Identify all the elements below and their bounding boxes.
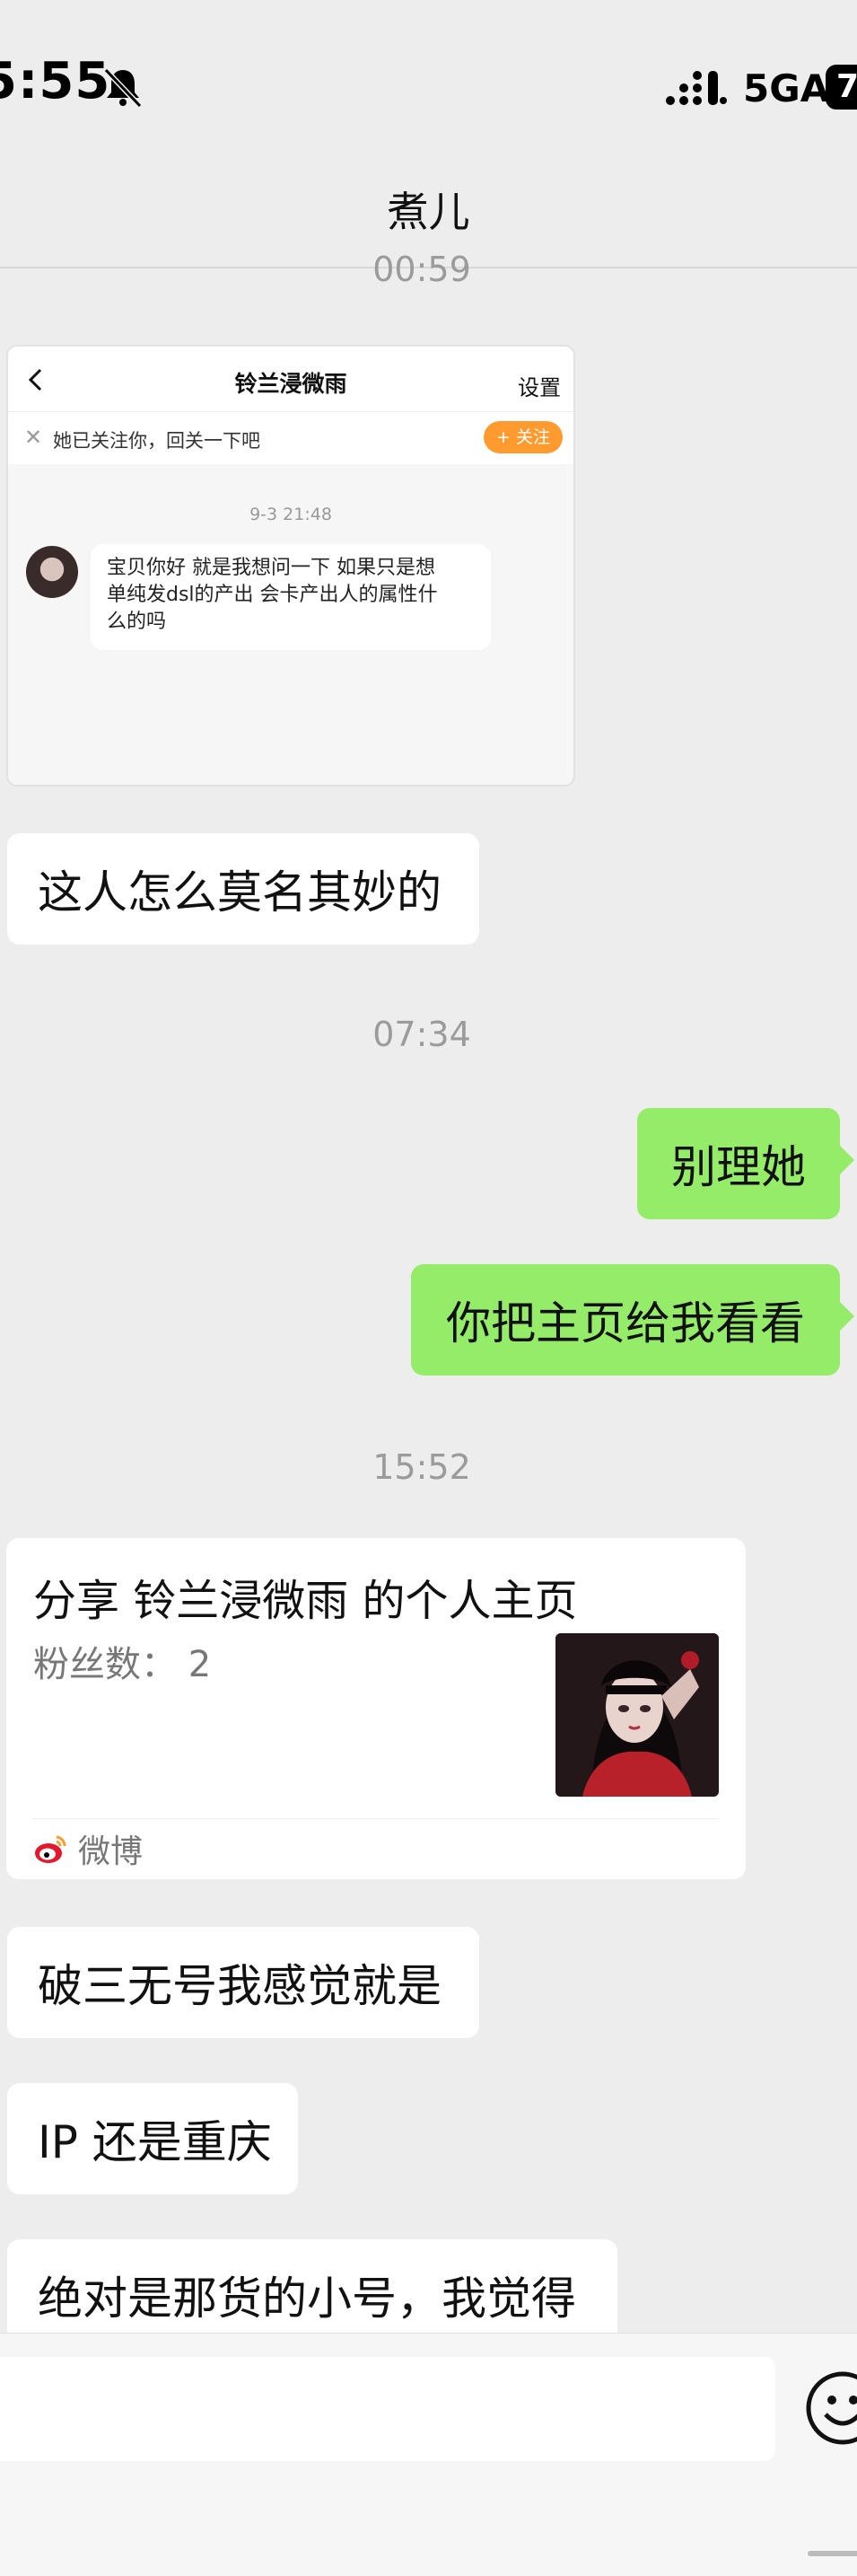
timestamp: 07:34 <box>372 1015 471 1054</box>
card-fans-count: 粉丝数： 2 <box>33 1644 212 1685</box>
screenshot-image-message[interactable]: 铃兰浸微雨 设置 ✕ 她已关注你，回关一下吧 + 关注 9-3 21:48 宝贝… <box>6 345 575 787</box>
screenshot-message-line: 宝贝你好 就是我想问一下 如果只是想 <box>107 557 435 579</box>
signal-icon <box>666 71 727 105</box>
bell-muted-icon <box>103 67 143 109</box>
card-title: 分享 铃兰浸微雨 的个人主页 <box>33 1576 578 1626</box>
status-bar: 5:55 5GA 7 <box>0 0 857 171</box>
screenshot-settings: 设置 <box>518 375 561 400</box>
card-source: 微博 <box>33 1818 143 1879</box>
sent-message-text: 你把主页给我看看 <box>446 1297 805 1350</box>
sent-message[interactable]: 别理她 <box>637 1108 854 1219</box>
network-type: 5GA <box>743 66 830 110</box>
message-input[interactable] <box>0 2357 775 2461</box>
screenshot-message-line: 单纯发dsl的产出 会卡产出人的属性什 <box>107 584 438 606</box>
input-bar <box>0 2333 857 2576</box>
sent-message[interactable]: 你把主页给我看看 <box>411 1264 854 1376</box>
screenshot-follow-button: + 关注 <box>484 421 563 453</box>
timestamp: 00:59 <box>372 250 471 289</box>
screenshot-title: 铃兰浸微雨 <box>234 371 347 397</box>
screenshot-message: 宝贝你好 就是我想问一下 如果只是想 单纯发dsl的产出 会卡产出人的属性什 么… <box>91 544 491 650</box>
home-indicator <box>808 2551 857 2556</box>
screenshot-message-line: 么的吗 <box>107 611 167 633</box>
status-time: 5:55 <box>0 52 111 110</box>
timestamp: 15:52 <box>372 1447 471 1487</box>
weibo-share-card[interactable]: 分享 铃兰浸微雨 的个人主页 粉丝数： 2 微博 <box>6 1538 746 1879</box>
screenshot-follow-text: 她已关注你，回关一下吧 <box>53 430 260 452</box>
weibo-icon <box>35 1835 66 1863</box>
sent-message-text: 别理她 <box>671 1141 806 1193</box>
chat-title[interactable]: 煮儿 <box>0 180 857 239</box>
received-message[interactable]: 这人怎么莫名其妙的 <box>7 833 479 945</box>
battery-indicator: 7 <box>826 65 857 110</box>
received-message[interactable]: 破三无号我感觉就是 <box>7 1927 479 2038</box>
profile-photo <box>555 1633 719 1797</box>
screenshot-timestamp: 9-3 21:48 <box>249 505 332 524</box>
card-brand-text: 微博 <box>78 1833 144 1870</box>
screenshot-header: 铃兰浸微雨 设置 <box>8 347 573 411</box>
close-icon: ✕ <box>24 425 43 450</box>
screenshot-follow-bar: ✕ 她已关注你，回关一下吧 + 关注 <box>8 411 573 464</box>
emoji-icon[interactable] <box>804 2369 857 2447</box>
screenshot-avatar <box>26 546 78 598</box>
received-message[interactable]: IP 还是重庆 <box>7 2083 298 2194</box>
